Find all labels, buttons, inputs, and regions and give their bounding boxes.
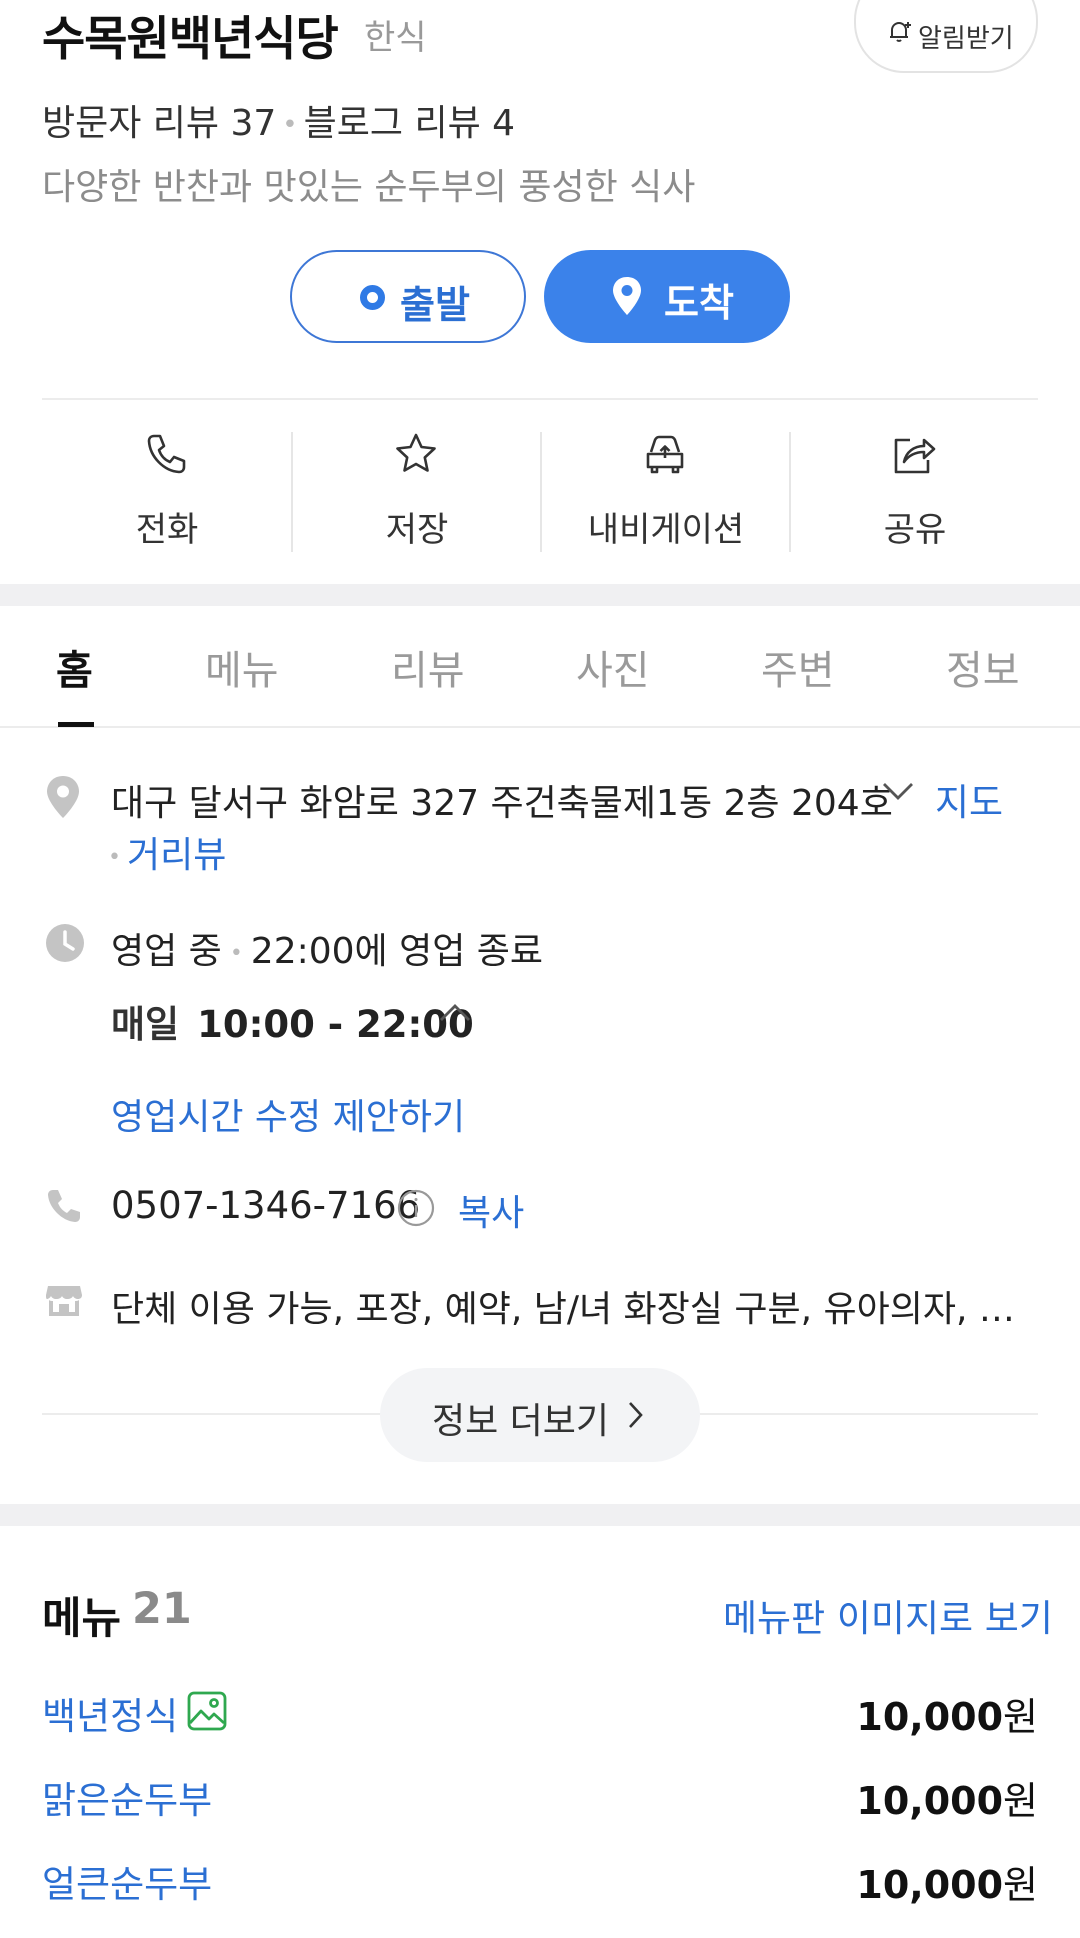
call-action[interactable]: 전화 bbox=[42, 430, 292, 550]
map-link[interactable]: 지도 bbox=[935, 772, 1003, 826]
street-view-label: 거리뷰 bbox=[126, 835, 227, 876]
menu-section-title: 메뉴 bbox=[42, 1594, 122, 1644]
save-label: 저장 bbox=[385, 510, 449, 550]
place-name: 수목원백년식당 bbox=[42, 12, 339, 67]
tab-nearby[interactable]: 주변 bbox=[761, 638, 835, 696]
tab-photos[interactable]: 사진 bbox=[576, 638, 650, 696]
share-label: 공유 bbox=[883, 510, 947, 550]
closing-time: 22:00에 영업 종료 bbox=[250, 931, 544, 972]
arrive-label: 도착 bbox=[664, 281, 734, 325]
share-action[interactable]: 공유 bbox=[790, 430, 1040, 550]
price-unit: 원 bbox=[1003, 1695, 1038, 1739]
tab-reviews[interactable]: 리뷰 bbox=[391, 638, 465, 696]
price-value: 10,000 bbox=[856, 1779, 1004, 1823]
location-pin-icon bbox=[44, 774, 82, 820]
save-action[interactable]: 저장 bbox=[292, 430, 542, 550]
business-status: 영업 중 • 22:00에 영업 종료 bbox=[111, 922, 543, 974]
tab-menu[interactable]: 메뉴 bbox=[205, 638, 279, 696]
share-icon bbox=[890, 430, 938, 478]
separator-dot: • bbox=[108, 844, 121, 870]
bell-plus-icon bbox=[886, 17, 914, 45]
notify-button[interactable]: 알림받기 bbox=[854, 0, 1038, 73]
section-gap bbox=[0, 1504, 1080, 1526]
more-info-label: 정보 더보기 bbox=[432, 1401, 610, 1442]
suggest-hours-edit-link[interactable]: 영업시간 수정 제안하기 bbox=[111, 1088, 465, 1140]
section-gap bbox=[0, 584, 1080, 606]
chevron-up-icon[interactable] bbox=[437, 1000, 473, 1024]
navigation-action[interactable]: 내비게이션 bbox=[541, 430, 791, 550]
blog-reviews-link[interactable]: 블로그 리뷰 4 bbox=[304, 103, 515, 144]
chevron-down-icon[interactable] bbox=[880, 780, 916, 804]
chevron-right-icon bbox=[626, 1400, 646, 1430]
more-info-button[interactable]: 정보 더보기 bbox=[380, 1368, 700, 1462]
call-label: 전화 bbox=[135, 510, 199, 550]
menu-item-name[interactable]: 맑은순두부 bbox=[42, 1770, 212, 1824]
origin-dot-icon bbox=[360, 285, 385, 310]
menu-item-price: 10,000원 bbox=[856, 1686, 1038, 1741]
place-category: 한식 bbox=[364, 18, 427, 58]
photo-icon bbox=[186, 1690, 228, 1732]
info-icon[interactable] bbox=[396, 1188, 436, 1228]
hours-day: 매일 bbox=[111, 1003, 180, 1046]
location-pin-icon bbox=[610, 275, 644, 317]
separator-dot: • bbox=[229, 940, 243, 966]
price-unit: 원 bbox=[1003, 1863, 1038, 1907]
menu-item-name[interactable]: 얼큰순두부 bbox=[42, 1854, 212, 1908]
divider bbox=[42, 398, 1038, 400]
visitor-reviews-link[interactable]: 방문자 리뷰 37 bbox=[42, 103, 276, 144]
clock-icon bbox=[44, 922, 86, 964]
separator-dot: • bbox=[282, 110, 298, 140]
amenities-text: 단체 이용 가능, 포장, 예약, 남/녀 화장실 구분, 유아의자, 무선 인… bbox=[111, 1289, 1041, 1330]
notify-label: 알림받기 bbox=[918, 24, 1014, 54]
hours-time: 10:00 - 22:00 bbox=[197, 1003, 474, 1046]
status-open: 영업 중 bbox=[111, 931, 222, 972]
active-tab-indicator bbox=[58, 722, 94, 727]
copy-phone-button[interactable]: 복사 bbox=[458, 1184, 524, 1236]
menu-board-image-link[interactable]: 메뉴판 이미지로 보기 bbox=[723, 1588, 1053, 1642]
phone-icon bbox=[142, 430, 190, 478]
menu-item-name[interactable]: 백년정식 bbox=[42, 1686, 178, 1740]
tab-info[interactable]: 정보 bbox=[946, 638, 1020, 696]
review-counts: 방문자 리뷰 37 • 블로그 리뷰 4 bbox=[42, 94, 515, 146]
menu-item-price: 10,000원 bbox=[856, 1770, 1038, 1825]
phone-icon bbox=[44, 1186, 84, 1226]
price-unit: 원 bbox=[1003, 1779, 1038, 1823]
arrive-button[interactable]: 도착 bbox=[544, 250, 790, 343]
star-icon bbox=[392, 430, 440, 478]
address-text: 대구 달서구 화암로 327 주건축물제1동 2층 204호 bbox=[111, 783, 893, 824]
depart-label: 출발 bbox=[400, 283, 470, 327]
menu-count: 21 bbox=[132, 1584, 192, 1634]
daily-hours: 매일 10:00 - 22:00 bbox=[111, 994, 474, 1048]
car-icon bbox=[641, 430, 689, 478]
menu-item-price: 10,000원 bbox=[856, 1854, 1038, 1909]
store-icon bbox=[44, 1280, 84, 1320]
street-view-link[interactable]: • 거리뷰 bbox=[108, 826, 226, 878]
navigation-label: 내비게이션 bbox=[587, 510, 745, 550]
depart-button[interactable]: 출발 bbox=[290, 250, 526, 343]
phone-number[interactable]: 0507-1346-7166 bbox=[111, 1184, 420, 1227]
place-description: 다양한 반찬과 맛있는 순두부의 풍성한 식사 bbox=[42, 167, 696, 208]
tab-home[interactable]: 홈 bbox=[56, 638, 93, 696]
price-value: 10,000 bbox=[856, 1863, 1004, 1907]
tabs-divider bbox=[0, 726, 1080, 728]
price-value: 10,000 bbox=[856, 1695, 1004, 1739]
